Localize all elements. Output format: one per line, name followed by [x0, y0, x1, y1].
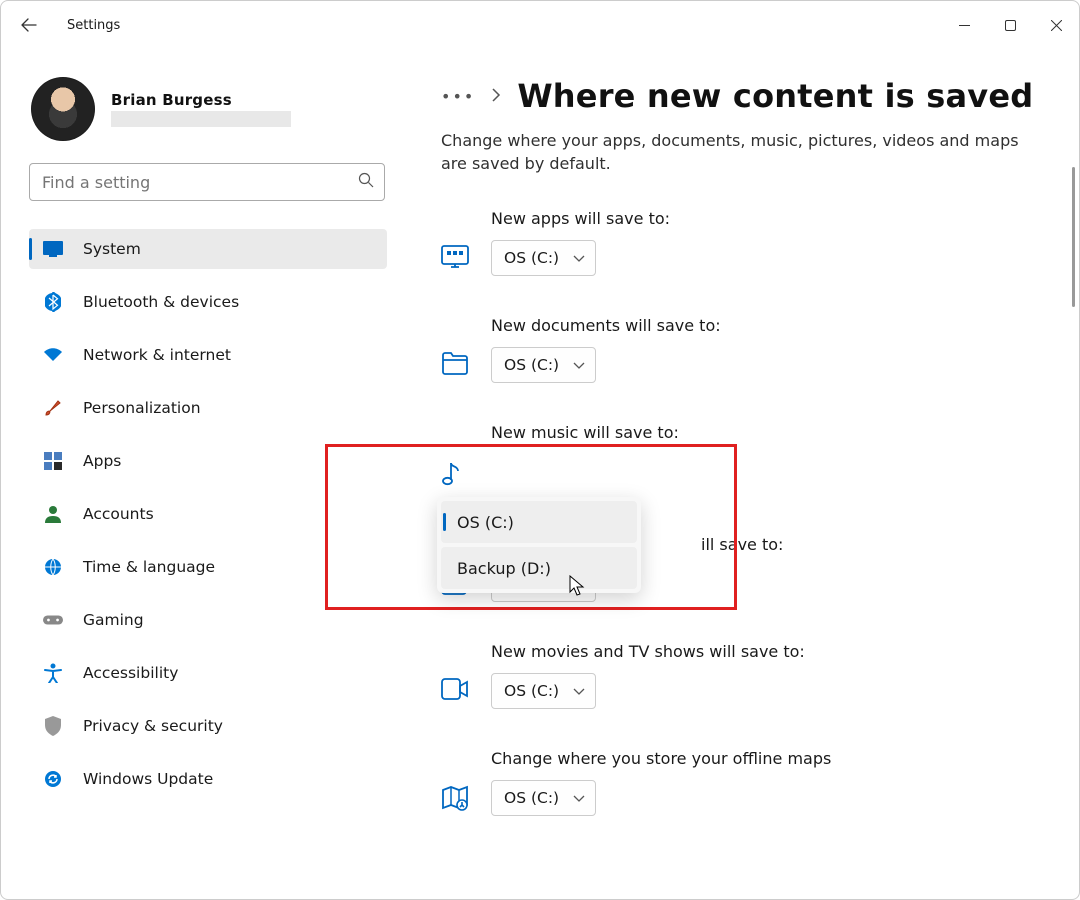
chevron-down-icon: [573, 682, 585, 700]
dropdown-option-backup-d[interactable]: Backup (D:): [441, 547, 637, 589]
movies-location-dropdown[interactable]: OS (C:): [491, 673, 596, 709]
documents-location-dropdown[interactable]: OS (C:): [491, 347, 596, 383]
nav-item-update[interactable]: Windows Update: [29, 759, 387, 799]
setting-apps: New apps will save to: OS (C:): [441, 209, 1055, 276]
dropdown-option-os-c[interactable]: OS (C:): [441, 501, 637, 543]
dropdown-value: OS (C:): [504, 789, 559, 807]
accessibility-icon: [43, 663, 63, 683]
titlebar: Settings: [1, 1, 1079, 49]
nav-label: Windows Update: [83, 770, 213, 788]
setting-label: New movies and TV shows will save to:: [491, 642, 1055, 661]
system-icon: [43, 239, 63, 259]
scrollbar-thumb[interactable]: [1072, 167, 1075, 307]
bluetooth-icon: [43, 292, 63, 312]
music-location-icon: [441, 459, 469, 487]
chevron-right-icon: [491, 87, 501, 106]
nav-item-network[interactable]: Network & internet: [29, 335, 387, 375]
setting-movies: New movies and TV shows will save to: OS…: [441, 642, 1055, 709]
back-button[interactable]: [9, 5, 49, 45]
setting-label: New documents will save to:: [491, 316, 1055, 335]
arrow-left-icon: [21, 17, 37, 33]
search-input[interactable]: [42, 173, 358, 192]
nav-item-gaming[interactable]: Gaming: [29, 600, 387, 640]
apps-icon: [43, 451, 63, 471]
nav-label: Gaming: [83, 611, 144, 629]
setting-label: New music will save to:: [491, 423, 1055, 442]
main-panel: ••• Where new content is saved Change wh…: [387, 77, 1079, 899]
close-button[interactable]: [1033, 9, 1079, 41]
movies-location-icon: [441, 678, 469, 706]
profile-block[interactable]: Brian Burgess: [29, 77, 387, 141]
dropdown-value: OS (C:): [504, 249, 559, 267]
window-title: Settings: [67, 18, 120, 33]
nav-label: Time & language: [83, 558, 215, 576]
setting-music: New music will save to:: [441, 423, 1055, 487]
nav-item-bluetooth[interactable]: Bluetooth & devices: [29, 282, 387, 322]
apps-location-icon: [441, 245, 469, 273]
setting-label: New apps will save to:: [491, 209, 1055, 228]
nav-list: System Bluetooth & devices Network & int…: [29, 229, 387, 810]
brush-icon: [43, 398, 63, 418]
music-location-dropdown-list: OS (C:) Backup (D:): [437, 497, 641, 593]
nav-item-system[interactable]: System: [29, 229, 387, 269]
minimize-icon: [959, 20, 970, 31]
nav-item-accounts[interactable]: Accounts: [29, 494, 387, 534]
search-icon: [358, 172, 374, 192]
nav-label: System: [83, 240, 141, 258]
nav-item-accessibility[interactable]: Accessibility: [29, 653, 387, 693]
gamepad-icon: [43, 610, 63, 630]
close-icon: [1051, 20, 1062, 31]
nav-item-time[interactable]: Time & language: [29, 547, 387, 587]
nav-label: Personalization: [83, 399, 201, 417]
documents-location-icon: [441, 352, 469, 380]
breadcrumb: ••• Where new content is saved: [441, 77, 1055, 115]
setting-documents: New documents will save to: OS (C:): [441, 316, 1055, 383]
dropdown-value: OS (C:): [504, 356, 559, 374]
chevron-down-icon: [573, 249, 585, 267]
nav-item-personalization[interactable]: Personalization: [29, 388, 387, 428]
chevron-down-icon: [573, 356, 585, 374]
apps-location-dropdown[interactable]: OS (C:): [491, 240, 596, 276]
chevron-down-icon: [573, 789, 585, 807]
nav-label: Apps: [83, 452, 121, 470]
update-icon: [43, 769, 63, 789]
maps-location-dropdown[interactable]: OS (C:): [491, 780, 596, 816]
nav-item-privacy[interactable]: Privacy & security: [29, 706, 387, 746]
minimize-button[interactable]: [941, 9, 987, 41]
search-box[interactable]: [29, 163, 385, 201]
person-icon: [43, 504, 63, 524]
nav-label: Bluetooth & devices: [83, 293, 239, 311]
nav-label: Accessibility: [83, 664, 178, 682]
maximize-button[interactable]: [987, 9, 1033, 41]
profile-name: Brian Burgess: [111, 91, 291, 109]
dropdown-value: OS (C:): [504, 682, 559, 700]
breadcrumb-ellipsis-button[interactable]: •••: [441, 87, 475, 106]
nav-item-apps[interactable]: Apps: [29, 441, 387, 481]
maps-location-icon: [441, 785, 469, 813]
setting-label: Change where you store your offline maps: [491, 749, 1055, 768]
globe-icon: [43, 557, 63, 577]
wifi-icon: [43, 345, 63, 365]
sidebar: Brian Burgess System Bluetooth & devices…: [29, 77, 387, 899]
nav-label: Privacy & security: [83, 717, 223, 735]
window-controls: [941, 9, 1079, 41]
shield-icon: [43, 716, 63, 736]
avatar: [31, 77, 95, 141]
setting-maps: Change where you store your offline maps…: [441, 749, 1055, 816]
page-title: Where new content is saved: [517, 77, 1033, 115]
nav-label: Accounts: [83, 505, 154, 523]
maximize-icon: [1005, 20, 1016, 31]
profile-email-redacted: [111, 111, 291, 127]
page-description: Change where your apps, documents, music…: [441, 129, 1041, 175]
nav-label: Network & internet: [83, 346, 231, 364]
